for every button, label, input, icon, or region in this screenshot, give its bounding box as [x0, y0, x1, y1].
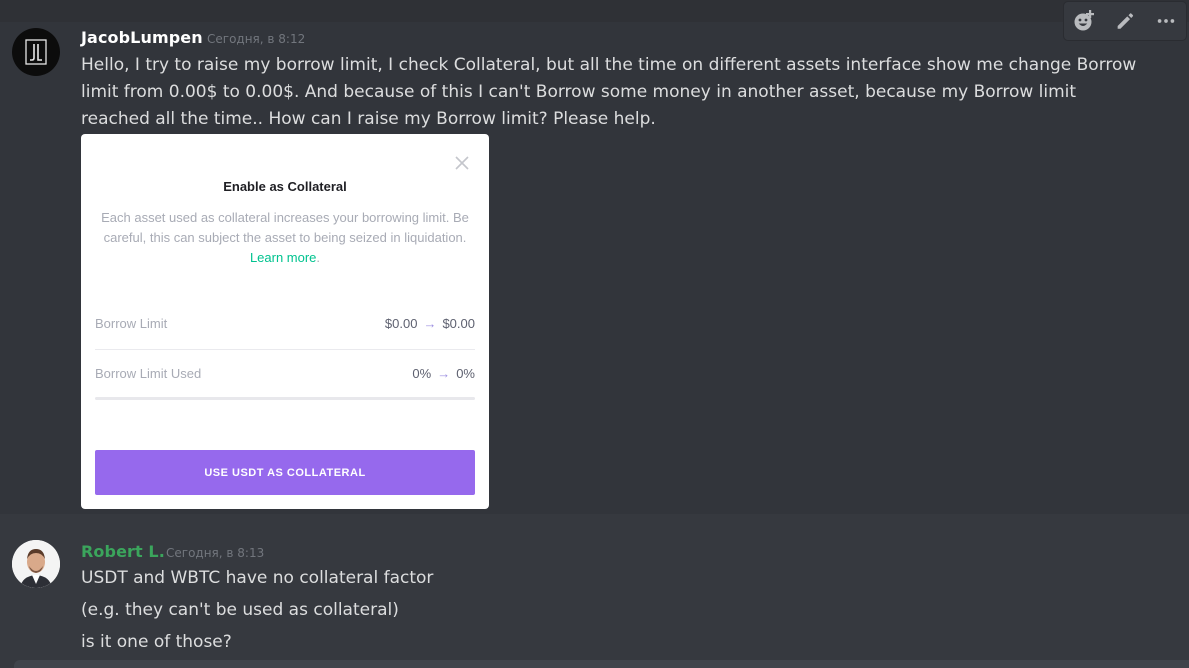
borrow-limit-from: $0.00 — [384, 316, 418, 331]
author-name[interactable]: Robert L. — [81, 542, 165, 561]
edit-button[interactable] — [1110, 6, 1140, 36]
avatar-jacoblumpen[interactable] — [12, 28, 60, 76]
more-button[interactable] — [1151, 6, 1181, 36]
avatar-robert-l[interactable] — [12, 540, 60, 588]
modal-description-text: Each asset used as collateral increases … — [101, 210, 469, 245]
borrow-limit-label: Borrow Limit — [95, 316, 168, 331]
learn-more-link[interactable]: Learn more — [250, 250, 316, 265]
divider — [95, 349, 475, 350]
more-icon — [1157, 19, 1174, 23]
period: . — [316, 250, 321, 265]
borrow-limit-used-from: 0% — [412, 366, 432, 381]
arrow-right-icon: → — [423, 316, 437, 331]
message-toolbar — [1063, 1, 1187, 41]
message-line: USDT and WBTC have no collateral factor — [81, 568, 434, 588]
add-reaction-icon — [1074, 10, 1095, 31]
message-text: Hello, I try to raise my borrow limit, I… — [81, 55, 1137, 129]
author-name[interactable]: JacobLumpen — [81, 28, 203, 47]
attachment-image-collateral-modal[interactable]: Enable as Collateral Each asset used as … — [81, 134, 489, 509]
jl-logo-icon — [25, 39, 47, 65]
message-timestamp[interactable]: Сегодня, в 8:12 — [207, 32, 305, 46]
borrow-limit-to: $0.00 — [442, 316, 475, 331]
use-as-collateral-button[interactable]: USE USDT AS COLLATERAL — [95, 450, 475, 495]
message-line: (e.g. they can't be used as collateral) — [81, 600, 399, 620]
message-input-edge[interactable] — [14, 660, 1189, 668]
borrow-limit-used-to: 0% — [456, 366, 475, 381]
user-photo-icon — [12, 540, 60, 588]
modal-description: Each asset used as collateral increases … — [95, 208, 475, 268]
borrow-limit-value: $0.00 → $0.00 — [385, 316, 475, 331]
message-timestamp[interactable]: Сегодня, в 8:13 — [166, 546, 264, 560]
modal-title: Enable as Collateral — [223, 179, 347, 194]
borrow-limit-used-label: Borrow Limit Used — [95, 366, 202, 381]
previous-message-strip — [0, 0, 1189, 22]
add-reaction-button[interactable] — [1069, 6, 1099, 36]
arrow-right-icon: → — [437, 366, 451, 381]
borrow-limit-used-bar — [95, 397, 475, 400]
close-icon[interactable] — [451, 152, 473, 174]
message-line: is it one of those? — [81, 632, 232, 652]
borrow-limit-used-value: 0% → 0% — [412, 366, 475, 381]
edit-icon — [1117, 13, 1134, 29]
